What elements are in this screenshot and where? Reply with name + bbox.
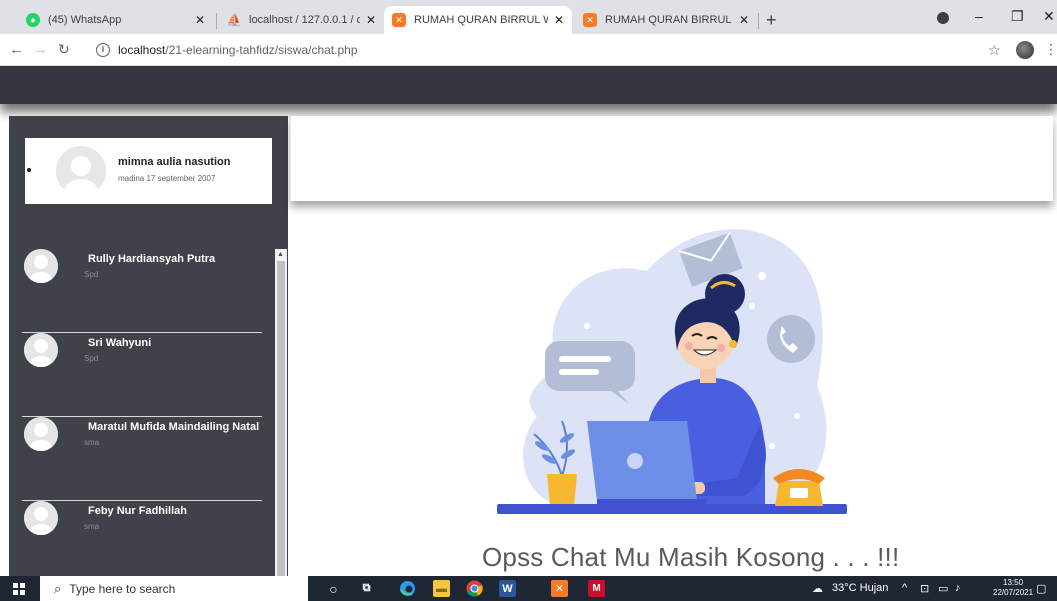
tab-separator <box>216 13 217 29</box>
contact-subtitle: Spd <box>84 270 99 279</box>
file-explorer-icon[interactable]: ▬ <box>433 580 450 597</box>
contact-name: Maratul Mufida Maindailing Natal <box>88 421 260 433</box>
contact-item[interactable]: Maratul Mufida Maindailing Natal sma <box>22 417 262 501</box>
tab-title: RUMAH QURAN BIRRUL WALIDA <box>414 14 548 26</box>
windows-start-icon[interactable] <box>13 583 25 595</box>
avatar <box>24 249 58 283</box>
forward-icon[interactable]: → <box>33 41 48 58</box>
close-icon[interactable]: ✕ <box>554 13 564 27</box>
scrollbar-thumb[interactable] <box>277 261 285 576</box>
back-icon[interactable]: ← <box>9 41 24 58</box>
edge-icon[interactable] <box>399 580 416 597</box>
empty-chat-illustration <box>497 229 847 514</box>
word-icon[interactable]: W <box>499 580 516 597</box>
tab-title: RUMAH QURAN BIRRUL WALIDA <box>605 14 733 26</box>
search-placeholder: Type here to search <box>69 581 176 596</box>
tab-title: (45) WhatsApp <box>48 14 122 26</box>
contact-subtitle: sma <box>84 438 100 447</box>
scroll-up-icon[interactable]: ▲ <box>277 251 284 258</box>
screen: ● (45) WhatsApp ✕ ⛵ localhost / 127.0.0.… <box>0 0 1057 601</box>
avatar <box>56 146 106 196</box>
contact-name: Feby Nur Fadhillah <box>88 505 188 517</box>
extension-icon[interactable] <box>937 12 949 24</box>
weather-icon[interactable]: ☁ <box>812 582 823 595</box>
url-host: localhost <box>118 43 166 57</box>
search-icon: ⌕ <box>54 580 62 596</box>
close-icon[interactable]: ✕ <box>739 13 749 27</box>
chrome-icon[interactable] <box>466 580 483 597</box>
clock-time: 13:50 <box>1003 578 1024 587</box>
bookmark-star-icon[interactable]: ☆ <box>988 42 1001 59</box>
avatar <box>24 501 58 535</box>
minimize-icon[interactable]: – <box>975 8 983 24</box>
phpmyadmin-icon: ⛵ <box>226 13 242 27</box>
browser-tab-strip: ● (45) WhatsApp ✕ ⛵ localhost / 127.0.0.… <box>0 0 1057 34</box>
contact-list-scrollbar[interactable]: ▲ <box>275 249 287 576</box>
page-content: mimna aulia nasution madina 17 september… <box>0 66 1057 576</box>
tab-phpmyadmin[interactable]: ⛵ localhost / 127.0.0.1 / db_elearni ✕ <box>219 6 384 34</box>
address-bar[interactable]: i localhost /21-elearning-tahfidz/siswa/… <box>96 38 966 62</box>
info-icon[interactable]: i <box>96 43 110 57</box>
empty-chat-message: Opss Chat Mu Masih Kosong . . . !!! <box>482 542 900 572</box>
telephone-icon <box>773 469 825 506</box>
close-window-icon[interactable]: ✕ <box>1043 8 1055 25</box>
bullet-marker <box>27 168 31 172</box>
close-icon[interactable]: ✕ <box>366 13 376 27</box>
menu-kebab-icon[interactable]: ⋮ <box>1044 41 1057 58</box>
clock[interactable]: 13:50 22/07/2021 <box>993 578 1033 598</box>
profile-avatar[interactable] <box>1016 41 1034 59</box>
current-user-name: mimna aulia nasution <box>118 156 231 168</box>
contact-name: Rully Hardiansyah Putra <box>88 253 216 265</box>
tab-rumah-quran[interactable]: ✕ RUMAH QURAN BIRRUL WALIDA ✕ <box>575 6 757 34</box>
task-view-icon[interactable]: ⧉ <box>358 580 375 597</box>
taskbar-search[interactable]: ⌕ Type here to search <box>40 576 308 601</box>
chat-bubble-icon <box>545 341 635 391</box>
display-icon[interactable]: ▭ <box>938 582 948 595</box>
user-silhouette-icon <box>24 501 58 535</box>
contact-item[interactable]: Rully Hardiansyah Putra Spd <box>22 249 262 333</box>
windows-taskbar: ⌕ Type here to search ○ ⧉ ▬ W ✕ M ☁ 33°C… <box>0 576 1057 601</box>
xampp-icon: ✕ <box>583 13 597 27</box>
contact-subtitle: Spd <box>84 354 99 363</box>
contact-item[interactable]: Feby Nur Fadhillah sma <box>22 501 262 576</box>
browser-toolbar: ← → ↻ i localhost /21-elearning-tahfidz/… <box>0 34 1057 66</box>
clock-date: 22/07/2021 <box>993 588 1034 597</box>
new-tab-button[interactable]: + <box>766 10 777 31</box>
tab-whatsapp[interactable]: ● (45) WhatsApp ✕ <box>18 6 213 34</box>
chat-header-panel <box>290 116 1053 201</box>
user-silhouette-icon <box>24 333 58 367</box>
whatsapp-icon: ● <box>26 13 40 27</box>
contact-item[interactable]: Sri Wahyuni Spd <box>22 333 262 417</box>
notification-icon[interactable]: ▢ <box>1036 582 1046 595</box>
current-user-detail: madina 17 september 2007 <box>118 174 216 183</box>
network-icon[interactable]: ⊡ <box>920 582 929 595</box>
url-path: /21-elearning-tahfidz/siswa/chat.php <box>165 43 358 57</box>
contact-subtitle: sma <box>84 522 100 531</box>
weather-text[interactable]: 33°C Hujan <box>832 582 888 594</box>
reload-icon[interactable]: ↻ <box>58 41 70 58</box>
chevron-up-icon[interactable]: ^ <box>902 582 907 594</box>
cortana-icon[interactable]: ○ <box>325 580 342 597</box>
user-silhouette-icon <box>24 417 58 451</box>
speaker-icon[interactable]: ♪ <box>955 582 961 594</box>
restore-icon[interactable]: ❐ <box>1011 8 1024 25</box>
user-silhouette-icon <box>56 146 106 196</box>
xampp-icon: ✕ <box>392 13 406 27</box>
current-user-card[interactable]: mimna aulia nasution madina 17 september… <box>25 138 272 204</box>
close-icon[interactable]: ✕ <box>195 13 205 27</box>
app-top-bar <box>0 66 1057 104</box>
phone-call-icon <box>767 315 815 363</box>
xampp-icon[interactable]: ✕ <box>551 580 568 597</box>
tab-separator <box>758 13 759 29</box>
avatar <box>24 333 58 367</box>
app-icon[interactable]: M <box>588 580 605 597</box>
avatar <box>24 417 58 451</box>
tab-title: localhost / 127.0.0.1 / db_elearni <box>249 14 360 26</box>
contact-name: Sri Wahyuni <box>88 337 152 349</box>
user-silhouette-icon <box>24 249 58 283</box>
tab-rumah-quran-active[interactable]: ✕ RUMAH QURAN BIRRUL WALIDA ✕ <box>384 6 572 34</box>
chat-sidebar: mimna aulia nasution madina 17 september… <box>9 116 288 576</box>
